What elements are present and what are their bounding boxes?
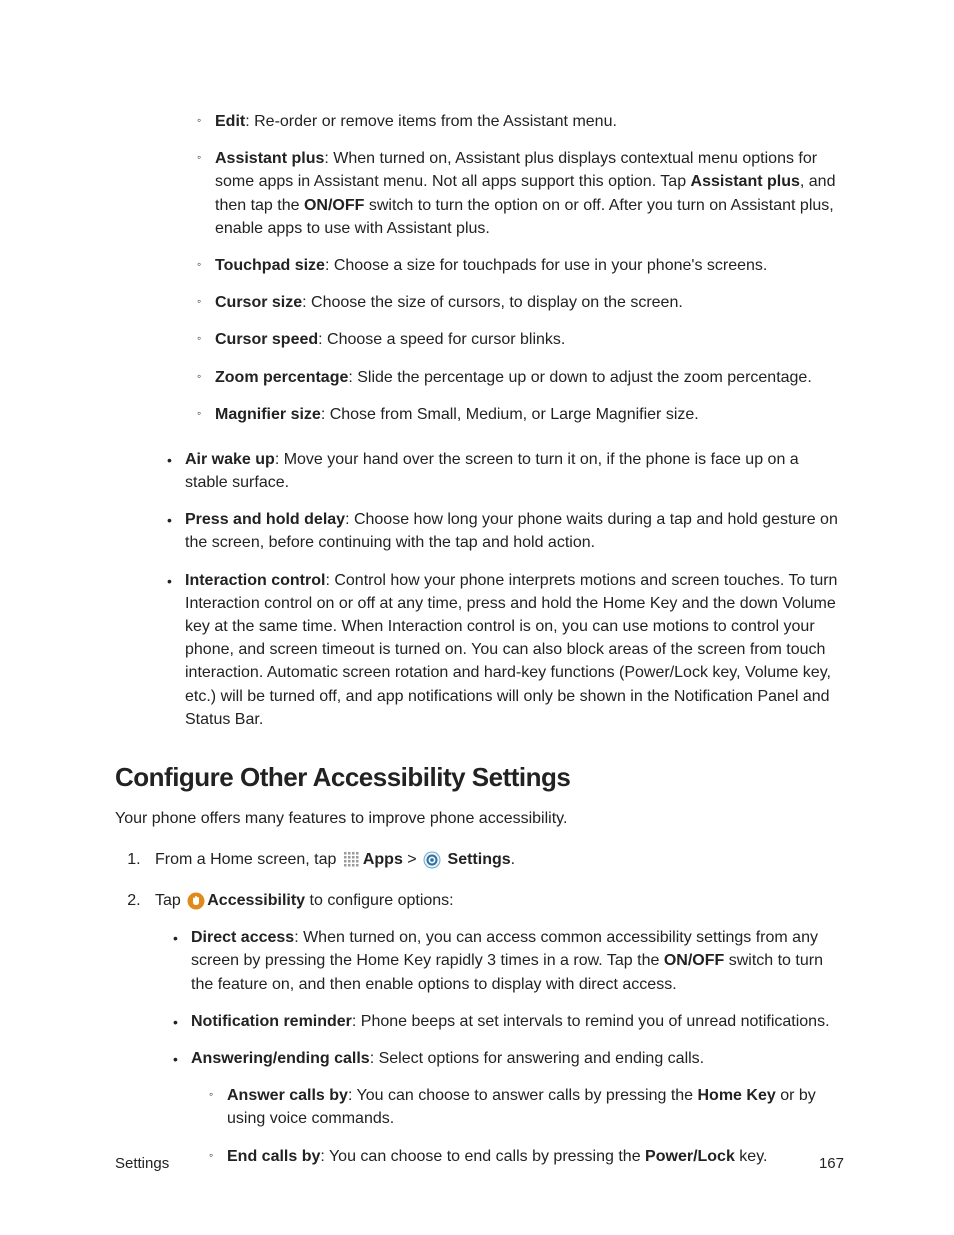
page-footer: Settings 167 [115, 1153, 844, 1175]
step2-post: to configure options: [305, 892, 454, 909]
step1-post: . [511, 851, 515, 868]
desc: : Choose a speed for cursor blinks. [318, 331, 565, 348]
sublist-item-magnifier-size: Magnifier size: Chose from Small, Medium… [197, 403, 844, 426]
step1-gt: > [403, 851, 421, 868]
desc: : Control how your phone interprets moti… [185, 572, 837, 728]
sublist-item-cursor-size: Cursor size: Choose the size of cursors,… [197, 291, 844, 314]
term: Interaction control [185, 572, 325, 589]
sublist-item-zoom-percentage: Zoom percentage: Slide the percentage up… [197, 366, 844, 389]
bold-mid2: ON/OFF [304, 197, 364, 214]
bold-mid: Assistant plus [691, 173, 800, 190]
steps-list: From a Home screen, tap Apps > Settings.… [115, 848, 844, 1168]
term: Cursor speed [215, 331, 318, 348]
list-item-notification-reminder: Notification reminder: Phone beeps at se… [173, 1010, 844, 1033]
doc-page: Edit: Re-order or remove items from the … [0, 0, 954, 1235]
footer-section-name: Settings [115, 1153, 169, 1175]
section-intro: Your phone offers many features to impro… [115, 807, 844, 830]
settings-label: Settings [448, 851, 511, 868]
sublist-item-edit: Edit: Re-order or remove items from the … [197, 110, 844, 133]
list-item-air-wake-up: Air wake up: Move your hand over the scr… [167, 448, 844, 494]
step2-options-list: Direct access: When turned on, you can a… [155, 926, 844, 1168]
desc: : Re-order or remove items from the Assi… [245, 113, 617, 130]
term: Air wake up [185, 451, 275, 468]
bold-mid: ON/OFF [664, 952, 724, 969]
term: Cursor size [215, 294, 302, 311]
term: Answer calls by [227, 1087, 348, 1104]
step2-pre: Tap [155, 892, 185, 909]
list-item-interaction-control: Interaction control: Control how your ph… [167, 569, 844, 731]
list-item-answering-ending-calls: Answering/ending calls: Select options f… [173, 1047, 844, 1168]
term: Touchpad size [215, 257, 325, 274]
desc: : Select options for answering and endin… [370, 1050, 704, 1067]
step-1: From a Home screen, tap Apps > Settings. [145, 848, 844, 871]
desc: : Choose the size of cursors, to display… [302, 294, 683, 311]
list-item-direct-access: Direct access: When turned on, you can a… [173, 926, 844, 996]
term: Press and hold delay [185, 511, 345, 528]
bold-mid: Home Key [698, 1087, 776, 1104]
term: Magnifier size [215, 406, 321, 423]
term: Assistant plus [215, 150, 324, 167]
dexterity-list-continued: Air wake up: Move your hand over the scr… [115, 448, 844, 731]
sublist-item-answer-calls-by: Answer calls by: You can choose to answe… [209, 1084, 844, 1130]
term: Direct access [191, 929, 294, 946]
desc: : Phone beeps at set intervals to remind… [352, 1013, 830, 1030]
settings-gear-icon [423, 851, 441, 869]
term: Notification reminder [191, 1013, 352, 1030]
sublist-item-assistant-plus: Assistant plus: When turned on, Assistan… [197, 147, 844, 240]
desc: : Move your hand over the screen to turn… [185, 451, 799, 491]
section-heading: Configure Other Accessibility Settings [115, 759, 844, 797]
desc-pre: : You can choose to answer calls by pres… [348, 1087, 698, 1104]
accessibility-label: Accessibility [207, 892, 305, 909]
assistant-menu-sublist: Edit: Re-order or remove items from the … [115, 110, 844, 426]
list-item-press-hold-delay: Press and hold delay: Choose how long yo… [167, 508, 844, 554]
footer-page-number: 167 [819, 1153, 844, 1175]
apps-grid-icon [343, 851, 361, 869]
sublist-item-touchpad-size: Touchpad size: Choose a size for touchpa… [197, 254, 844, 277]
desc: : Choose a size for touchpads for use in… [325, 257, 767, 274]
desc: : Chose from Small, Medium, or Large Mag… [321, 406, 699, 423]
desc: : Slide the percentage up or down to adj… [348, 369, 811, 386]
term: Edit [215, 113, 245, 130]
term: Answering/ending calls [191, 1050, 370, 1067]
sublist-item-cursor-speed: Cursor speed: Choose a speed for cursor … [197, 328, 844, 351]
apps-label: Apps [363, 851, 403, 868]
term: Zoom percentage [215, 369, 348, 386]
step1-pre: From a Home screen, tap [155, 851, 341, 868]
step-2: Tap Accessibility to configure options: … [145, 889, 844, 1168]
accessibility-hand-icon [187, 892, 205, 910]
